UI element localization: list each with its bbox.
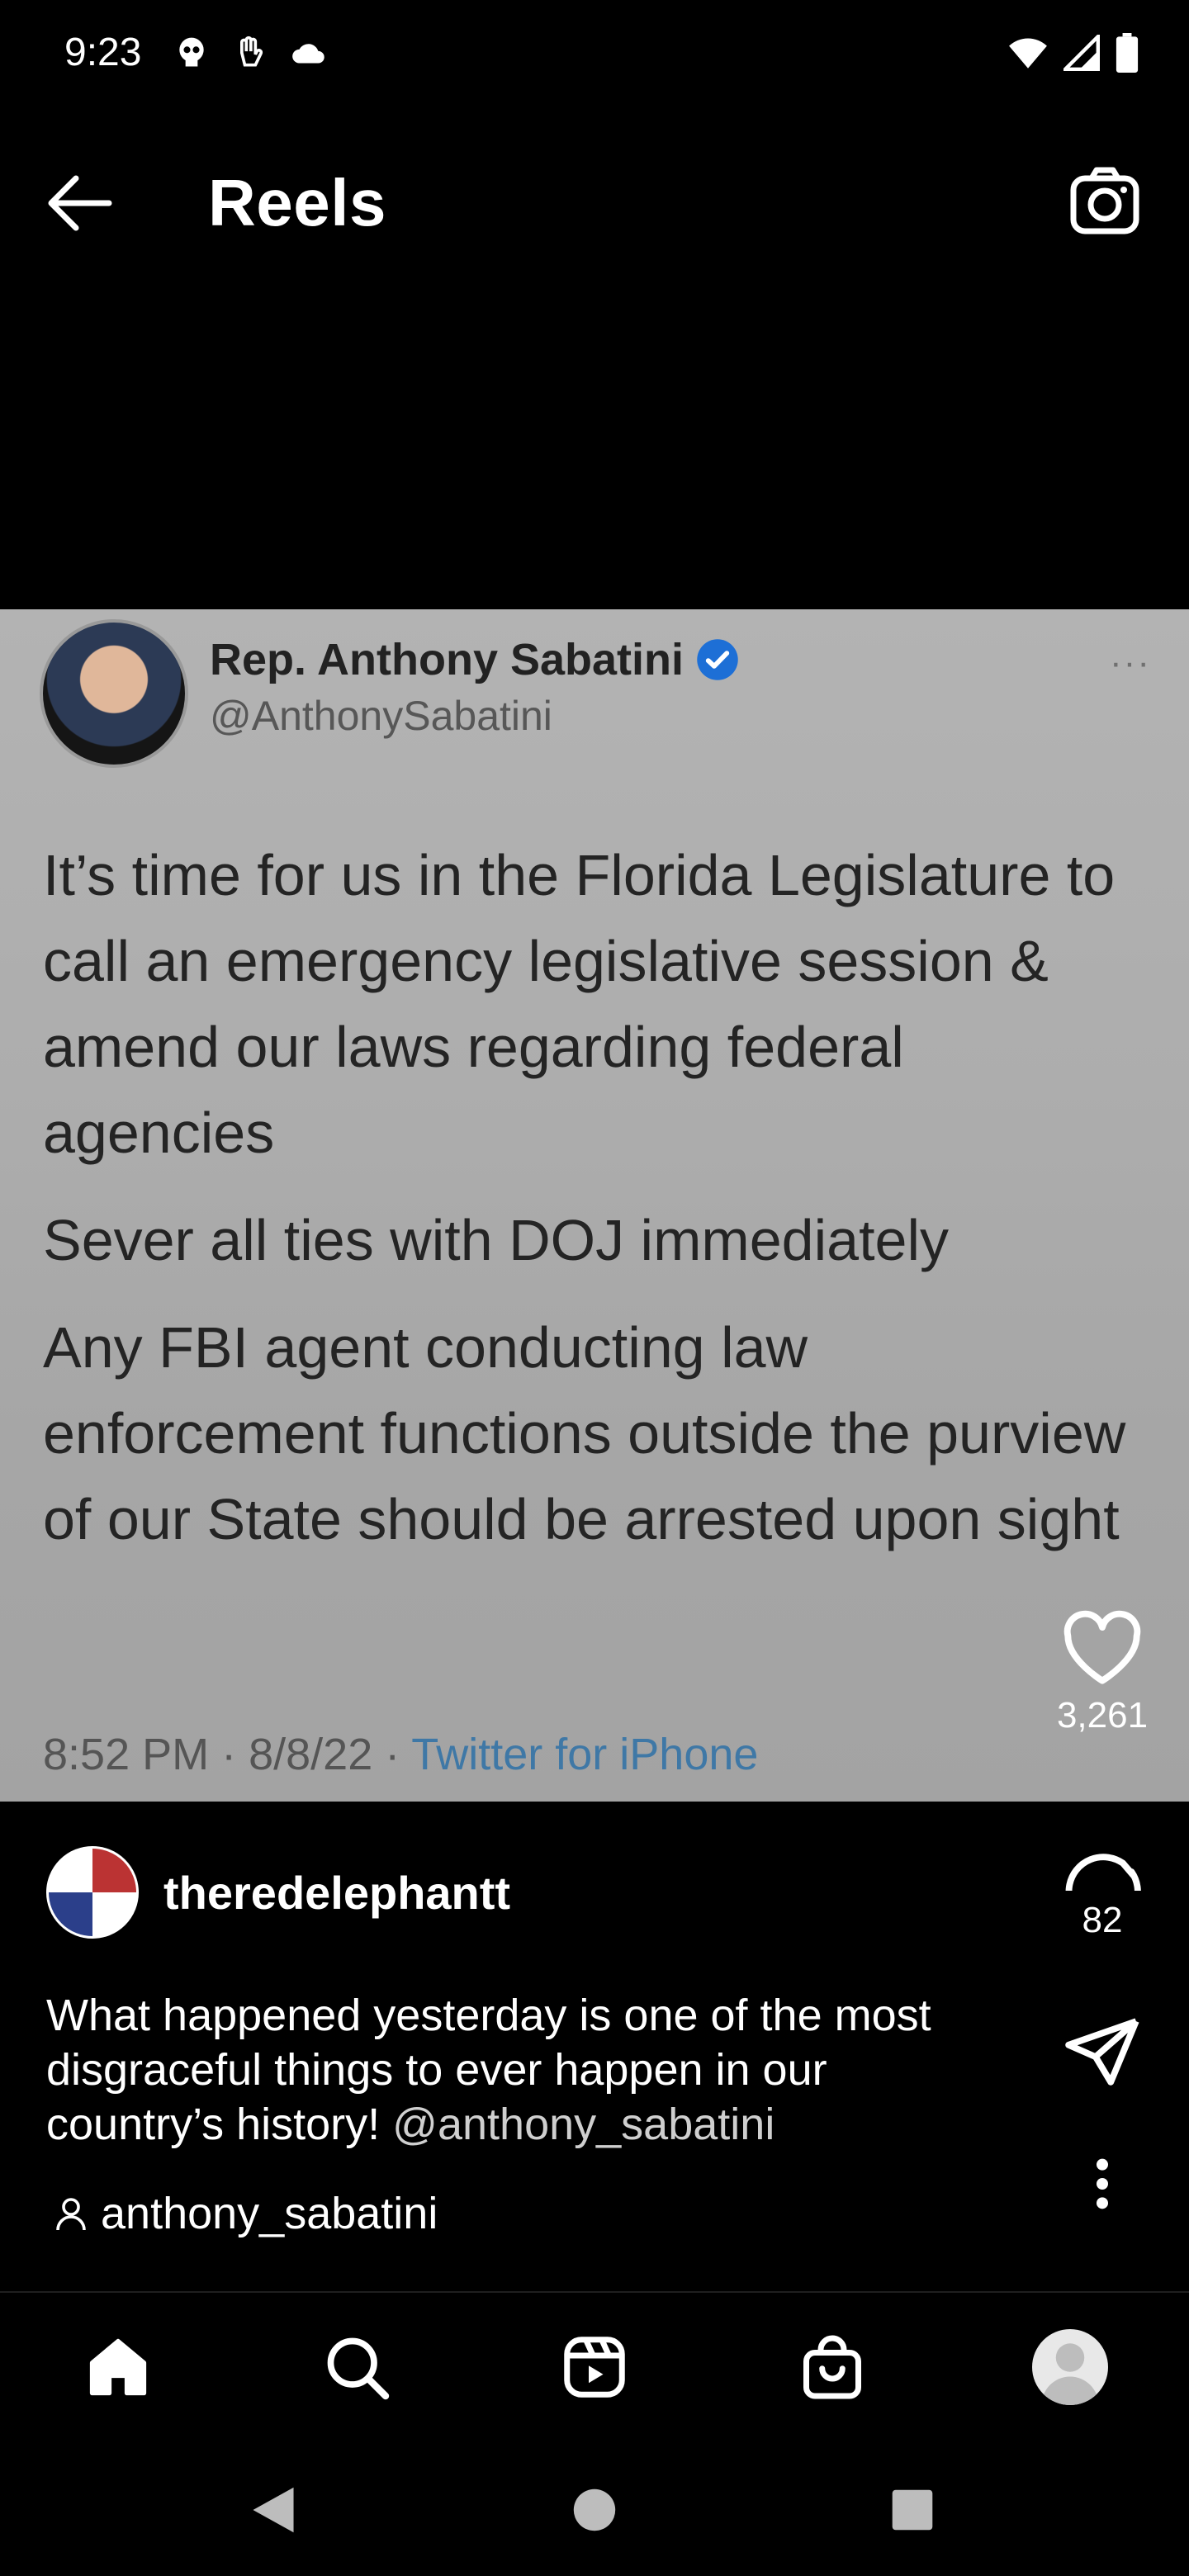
tweet-paragraph: Sever all ties with DOJ immediately <box>43 1208 949 1272</box>
tagged-username: anthony_sabatini <box>101 2189 438 2238</box>
status-time: 9:23 <box>64 31 142 74</box>
signal-icon <box>1063 35 1100 71</box>
status-bar: 9:23 <box>0 0 1189 107</box>
reels-icon <box>564 2337 625 2398</box>
default-avatar-icon <box>1041 2343 1099 2405</box>
more-vertical-icon <box>1097 2158 1108 2209</box>
square-recents-icon <box>892 2489 933 2531</box>
system-home-button[interactable] <box>566 2481 623 2539</box>
nav-shop[interactable] <box>791 2326 874 2408</box>
tweet-body: It’s time for us in the Florida Legislat… <box>43 832 1133 1584</box>
verified-badge-icon <box>697 639 738 680</box>
hand-icon <box>240 36 263 67</box>
shopping-bag-icon <box>803 2335 861 2399</box>
share-button[interactable] <box>1020 2015 1185 2093</box>
notification-icons <box>173 35 330 71</box>
bottom-navigation <box>0 2291 1189 2440</box>
tweet-author-name: Rep. Anthony Sabatini <box>210 634 740 685</box>
circle-home-icon <box>573 2488 616 2531</box>
battery-icon <box>1116 33 1139 73</box>
tweet-meta: 8:52 PM · 8/8/22 · Twitter for iPhone <box>43 1729 758 1780</box>
person-icon <box>56 2198 86 2231</box>
heart-icon <box>1063 1610 1141 1684</box>
tweet-paragraph: It’s time for us in the Florida Legislat… <box>43 843 1116 1165</box>
tweet-source: Twitter for iPhone <box>411 1730 759 1779</box>
tweet-timestamp: 8:52 PM · 8/8/22 · <box>43 1730 412 1779</box>
system-status-icons <box>1007 33 1139 73</box>
post-author[interactable]: theredelephantt <box>46 1846 510 1939</box>
tweet-author-avatar <box>40 619 188 768</box>
home-icon <box>89 2338 147 2396</box>
tweet-more-icon: ··· <box>1110 642 1151 683</box>
post-author-avatar[interactable] <box>46 1846 139 1939</box>
system-navigation <box>0 2440 1189 2576</box>
nav-reels[interactable] <box>553 2326 636 2408</box>
system-back-button[interactable] <box>244 2481 302 2539</box>
nav-home[interactable] <box>77 2326 159 2408</box>
back-button[interactable] <box>43 170 117 236</box>
send-icon <box>1065 2018 1139 2086</box>
comment-button[interactable]: 82 <box>1020 1808 1185 1941</box>
profile-avatar <box>1032 2329 1108 2405</box>
camera-icon <box>1070 167 1139 234</box>
reel-video-frame[interactable]: Rep. Anthony Sabatini @AnthonySabatini ·… <box>0 609 1189 1802</box>
like-button[interactable]: 3,261 <box>1020 1610 1185 1736</box>
wifi-icon <box>1009 38 1047 69</box>
nav-profile[interactable] <box>1029 2326 1111 2408</box>
page-title: Reels <box>208 166 386 239</box>
like-count: 3,261 <box>1056 1695 1149 1735</box>
reels-header: Reels <box>0 140 1189 264</box>
nav-search[interactable] <box>315 2326 398 2408</box>
caption-mention[interactable]: @anthony_sabatini <box>392 2100 775 2149</box>
triangle-back-icon <box>253 2487 294 2533</box>
system-recents-button[interactable] <box>883 2481 941 2539</box>
arrow-left-icon <box>48 175 112 231</box>
post-author-username[interactable]: theredelephantt <box>163 1866 510 1920</box>
comment-count: 82 <box>1082 1900 1123 1940</box>
search-icon <box>327 2337 390 2400</box>
more-options-button[interactable] <box>1020 2155 1185 2217</box>
cloud-icon <box>292 44 324 64</box>
tweet-paragraph: Any FBI agent conducting law enforcement… <box>43 1315 1126 1551</box>
camera-button[interactable] <box>1063 160 1146 243</box>
tagged-user[interactable]: anthony_sabatini <box>54 2188 438 2239</box>
comment-icon <box>1065 1854 1141 1930</box>
tweet-author-name-text: Rep. Anthony Sabatini <box>210 635 685 684</box>
tweet-author-handle: @AnthonySabatini <box>210 693 552 739</box>
skull-icon <box>179 37 204 67</box>
post-caption[interactable]: What happened yesterday is one of the mo… <box>46 1988 1004 2152</box>
